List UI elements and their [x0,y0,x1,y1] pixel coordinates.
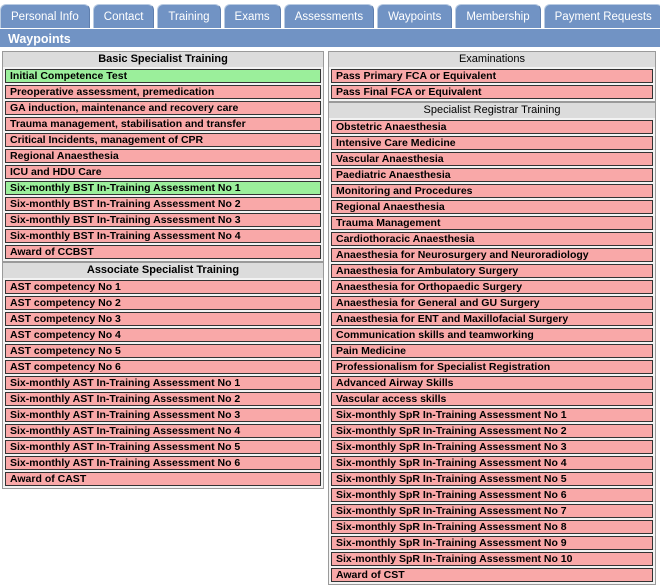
waypoint-item[interactable]: Professionalism for Specialist Registrat… [331,360,653,374]
waypoint-item[interactable]: Intensive Care Medicine [331,136,653,150]
waypoint-item[interactable]: Monitoring and Procedures [331,184,653,198]
waypoint-item[interactable]: Preoperative assessment, premedication [5,85,321,99]
waypoint-item[interactable]: Pass Final FCA or Equivalent [331,85,653,99]
waypoint-item[interactable]: Pass Primary FCA or Equivalent [331,69,653,83]
waypoint-panel: Basic Specialist Training Initial Compete… [2,51,324,262]
panel-header: Specialist Registrar Training [329,103,655,118]
waypoint-item[interactable]: Critical Incidents, management of CPR [5,133,321,147]
tab-training[interactable]: Training [157,4,221,28]
main-tab-bar: Personal Info Contact Training Exams Assessm… [0,0,660,28]
waypoint-item[interactable]: Initial Competence Test [5,69,321,83]
waypoint-item[interactable]: AST competency No 4 [5,328,321,342]
waypoint-item[interactable]: AST competency No 3 [5,312,321,326]
waypoint-list: Pass Primary FCA or Equivalent Pass Final… [329,69,655,99]
tab-membership[interactable]: Membership [455,4,541,28]
waypoint-item[interactable]: Six-monthly SpR In-Training Assessment N… [331,456,653,470]
waypoint-panel: Examinations Pass Primary FCA or Equivale… [328,51,656,102]
panel-header: Associate Specialist Training [3,263,323,278]
waypoint-item[interactable]: Six-monthly SpR In-Training Assessment N… [331,408,653,422]
tab-contact[interactable]: Contact [92,4,155,28]
waypoint-item[interactable]: AST competency No 6 [5,360,321,374]
waypoint-item[interactable]: Anaesthesia for Orthopaedic Surgery [331,280,653,294]
waypoint-item[interactable]: Six-monthly BST In-Training Assessment N… [5,181,321,195]
waypoint-item[interactable]: Six-monthly AST In-Training Assessment N… [5,408,321,422]
waypoint-item[interactable]: Advanced Airway Skills [331,376,653,390]
tab-personal-info[interactable]: Personal Info [0,4,90,28]
waypoint-item[interactable]: Vascular Anaesthesia [331,152,653,166]
waypoint-item[interactable]: Six-monthly SpR In-Training Assessment N… [331,424,653,438]
waypoint-item[interactable]: Six-monthly BST In-Training Assessment N… [5,197,321,211]
waypoint-item[interactable]: Communication skills and teamworking [331,328,653,342]
waypoint-item[interactable]: Regional Anaesthesia [331,200,653,214]
tab-assessments[interactable]: Assessments [283,4,375,28]
waypoint-item[interactable]: Anaesthesia for ENT and Maxillofacial Su… [331,312,653,326]
waypoint-item[interactable]: Cardiothoracic Anaesthesia [331,232,653,246]
left-column: Basic Specialist Training Initial Compete… [2,51,324,489]
waypoint-item[interactable]: Six-monthly SpR In-Training Assessment N… [331,552,653,566]
waypoint-item[interactable]: Six-monthly AST In-Training Assessment N… [5,376,321,390]
waypoint-item[interactable]: AST competency No 1 [5,280,321,294]
waypoint-item[interactable]: Six-monthly SpR In-Training Assessment N… [331,472,653,486]
waypoint-list: Initial Competence Test Preoperative asse… [3,69,323,259]
waypoint-item[interactable]: Award of CAST [5,472,321,486]
waypoint-list: AST competency No 1 AST competency No 2 AS… [3,280,323,486]
waypoint-item[interactable]: Anaesthesia for General and GU Surgery [331,296,653,310]
waypoint-item[interactable]: ICU and HDU Care [5,165,321,179]
waypoint-item[interactable]: AST competency No 5 [5,344,321,358]
waypoint-item[interactable]: Pain Medicine [331,344,653,358]
waypoint-item[interactable]: Six-monthly SpR In-Training Assessment N… [331,504,653,518]
waypoint-list: Obstetric Anaesthesia Intensive Care Medi… [329,120,655,582]
waypoint-item[interactable]: Trauma Management [331,216,653,230]
waypoint-item[interactable]: Regional Anaesthesia [5,149,321,163]
waypoint-item[interactable]: GA induction, maintenance and recovery c… [5,101,321,115]
tab-exams[interactable]: Exams [223,4,281,28]
waypoint-panel: Specialist Registrar Training Obstetric A… [328,102,656,585]
waypoint-item[interactable]: AST competency No 2 [5,296,321,310]
panel-header: Basic Specialist Training [3,52,323,67]
waypoint-item[interactable]: Six-monthly BST In-Training Assessment N… [5,213,321,227]
waypoint-item[interactable]: Trauma management, stabilisation and tra… [5,117,321,131]
waypoint-panel: Associate Specialist Training AST compete… [2,262,324,489]
waypoint-item[interactable]: Anaesthesia for Neurosurgery and Neurora… [331,248,653,262]
waypoint-item[interactable]: Award of CCBST [5,245,321,259]
waypoint-item[interactable]: Obstetric Anaesthesia [331,120,653,134]
waypoint-item[interactable]: Six-monthly AST In-Training Assessment N… [5,456,321,470]
waypoint-item[interactable]: Anaesthesia for Ambulatory Surgery [331,264,653,278]
tab-payment-requests[interactable]: Payment Requests [543,4,660,28]
waypoint-item[interactable]: Award of CST [331,568,653,582]
waypoint-item[interactable]: Six-monthly SpR In-Training Assessment N… [331,520,653,534]
waypoint-item[interactable]: Six-monthly AST In-Training Assessment N… [5,392,321,406]
waypoint-item[interactable]: Vascular access skills [331,392,653,406]
waypoints-columns: Basic Specialist Training Initial Compete… [0,48,660,585]
tab-waypoints[interactable]: Waypoints [377,4,453,28]
waypoint-item[interactable]: Paediatric Anaesthesia [331,168,653,182]
waypoint-item[interactable]: Six-monthly SpR In-Training Assessment N… [331,536,653,550]
waypoint-item[interactable]: Six-monthly AST In-Training Assessment N… [5,424,321,438]
panel-header: Examinations [329,52,655,67]
waypoint-item[interactable]: Six-monthly SpR In-Training Assessment N… [331,488,653,502]
page-title: Waypoints [0,28,660,48]
waypoint-item[interactable]: Six-monthly AST In-Training Assessment N… [5,440,321,454]
right-column: Examinations Pass Primary FCA or Equivale… [328,51,656,585]
waypoint-item[interactable]: Six-monthly SpR In-Training Assessment N… [331,440,653,454]
waypoint-item[interactable]: Six-monthly BST In-Training Assessment N… [5,229,321,243]
